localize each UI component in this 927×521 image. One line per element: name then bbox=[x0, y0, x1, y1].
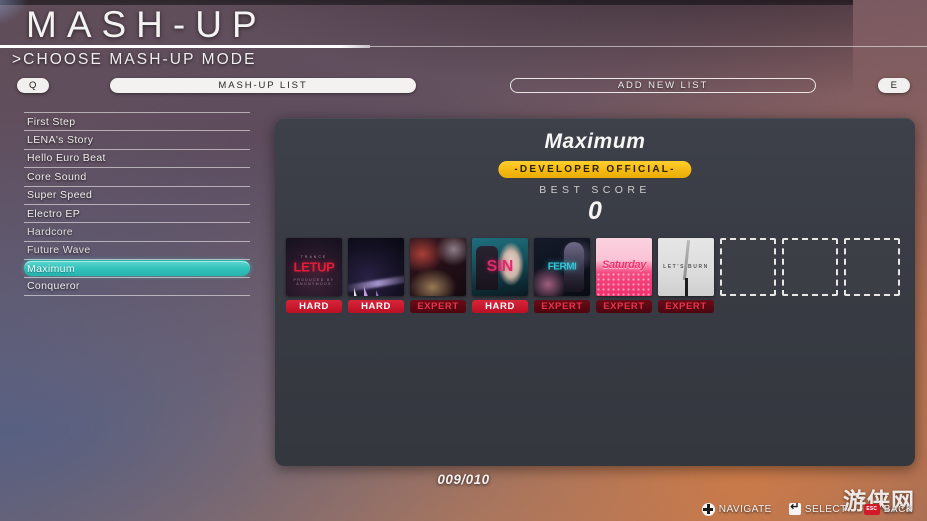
tab-mash-up-list[interactable]: MASH-UP LIST bbox=[110, 78, 416, 93]
album-art-title: SIN bbox=[486, 258, 514, 275]
best-score-label: BEST SCORE bbox=[539, 184, 651, 196]
list-item[interactable]: Electro EP bbox=[24, 203, 250, 222]
list-item-label: Electro EP bbox=[27, 207, 81, 220]
track-slot[interactable]: LET'S BURN EXPERT bbox=[658, 238, 714, 313]
list-item[interactable]: Super Speed bbox=[24, 185, 250, 204]
album-art-thumbnail[interactable] bbox=[410, 238, 466, 296]
key-hint-e[interactable]: E bbox=[878, 78, 910, 93]
album-art: FERMI bbox=[534, 238, 590, 296]
album-art-thumbnail[interactable]: FERMI bbox=[534, 238, 590, 296]
esc-key-icon: ESC bbox=[863, 503, 880, 515]
title-divider bbox=[0, 45, 370, 48]
track-slot[interactable]: night Saturday EXPERT bbox=[596, 238, 652, 313]
list-item[interactable]: Future Wave bbox=[24, 240, 250, 259]
album-art-title: LET'S BURN bbox=[663, 264, 709, 270]
best-score-value: 0 bbox=[588, 197, 602, 225]
hint-back: ESC BACK bbox=[863, 503, 913, 515]
album-art: SIN bbox=[472, 238, 528, 296]
track-slot[interactable]: HARD bbox=[348, 238, 404, 313]
enter-key-icon bbox=[788, 500, 801, 515]
album-art-title: FERMI bbox=[547, 261, 577, 273]
album-art bbox=[410, 238, 466, 296]
difficulty-badge: EXPERT bbox=[596, 300, 652, 313]
list-item[interactable]: Hardcore bbox=[24, 222, 250, 240]
empty-slot[interactable] bbox=[782, 238, 838, 296]
difficulty-badge: EXPERT bbox=[410, 300, 466, 313]
list-item[interactable]: Maximum bbox=[24, 259, 250, 277]
album-art bbox=[348, 238, 404, 296]
mash-up-list: First Step LENA's Story Hello Euro Beat Cor… bbox=[24, 112, 250, 296]
detail-panel: Maximum -DEVELOPER OFFICIAL- BEST SCORE … bbox=[275, 118, 915, 466]
list-item[interactable]: LENA's Story bbox=[24, 130, 250, 148]
album-art-subtext: TRANCE bbox=[300, 255, 328, 259]
album-art: night Saturday bbox=[596, 238, 652, 296]
empty-slot[interactable] bbox=[844, 238, 900, 296]
album-art-thumbnail[interactable] bbox=[348, 238, 404, 296]
list-item-label: Hardcore bbox=[27, 226, 73, 239]
track-slot-grid: TRANCE PRODUCED BY ANONYMOUS LETUP HARD HARD… bbox=[286, 238, 900, 313]
list-item[interactable]: Core Sound bbox=[24, 167, 250, 185]
developer-official-badge: -DEVELOPER OFFICIAL- bbox=[498, 161, 692, 178]
track-slot[interactable]: FERMI EXPERT bbox=[534, 238, 590, 313]
difficulty-badge: HARD bbox=[286, 300, 342, 313]
list-item[interactable]: Hello Euro Beat bbox=[24, 148, 250, 167]
empty-slot[interactable] bbox=[720, 238, 776, 296]
difficulty-badge: EXPERT bbox=[534, 300, 590, 313]
hint-back-label: BACK bbox=[883, 503, 913, 515]
track-slot[interactable] bbox=[782, 238, 838, 313]
list-item-label: Future Wave bbox=[27, 244, 91, 257]
album-art: LET'S BURN bbox=[658, 238, 714, 296]
list-item-label: LENA's Story bbox=[27, 134, 94, 147]
list-item-label: Core Sound bbox=[27, 170, 87, 183]
page-title: MASH-UP bbox=[26, 4, 267, 45]
hint-navigate-label: NAVIGATE bbox=[718, 503, 772, 515]
difficulty-badge: HARD bbox=[472, 300, 528, 313]
page-counter: 009/010 bbox=[437, 472, 490, 487]
hint-navigate: NAVIGATE bbox=[701, 502, 772, 516]
tab-add-new-list[interactable]: ADD NEW LIST bbox=[510, 78, 816, 93]
album-art-thumbnail[interactable]: night Saturday bbox=[596, 238, 652, 296]
track-slot[interactable]: EXPERT bbox=[410, 238, 466, 313]
track-slot[interactable] bbox=[844, 238, 900, 313]
list-item-label: First Step bbox=[27, 115, 76, 128]
album-art-subtext: night bbox=[617, 274, 631, 279]
album-art-thumbnail[interactable]: TRANCE PRODUCED BY ANONYMOUS LETUP bbox=[286, 238, 342, 296]
title-divider-thin bbox=[370, 46, 927, 47]
list-item-label: Hello Euro Beat bbox=[27, 152, 106, 165]
album-art-title: LETUP bbox=[293, 259, 335, 275]
list-item-label: Maximum bbox=[27, 262, 75, 275]
list-item-label: Super Speed bbox=[27, 189, 93, 202]
difficulty-badge: EXPERT bbox=[658, 300, 714, 313]
footer-hints: NAVIGATE SELECT ESC BACK bbox=[701, 500, 913, 517]
album-art: TRANCE PRODUCED BY ANONYMOUS LETUP bbox=[286, 238, 342, 296]
page-subtitle: >CHOOSE MASH-UP MODE bbox=[12, 51, 257, 68]
hint-select: SELECT bbox=[788, 500, 847, 515]
track-slot[interactable]: TRANCE PRODUCED BY ANONYMOUS LETUP HARD bbox=[286, 238, 342, 313]
song-title: Maximum bbox=[544, 130, 646, 153]
track-slot[interactable]: SIN HARD bbox=[472, 238, 528, 313]
album-art-title: Saturday bbox=[602, 258, 646, 271]
list-item[interactable]: First Step bbox=[24, 112, 250, 130]
difficulty-badge: HARD bbox=[348, 300, 404, 313]
key-hint-q[interactable]: Q bbox=[17, 78, 49, 93]
album-art-thumbnail[interactable]: SIN bbox=[472, 238, 528, 296]
album-art-thumbnail[interactable]: LET'S BURN bbox=[658, 238, 714, 296]
dpad-icon bbox=[701, 502, 715, 516]
hint-select-label: SELECT bbox=[804, 503, 847, 515]
list-item[interactable]: Conqueror bbox=[24, 277, 250, 296]
list-item-label: Conqueror bbox=[27, 280, 80, 293]
track-slot[interactable] bbox=[720, 238, 776, 313]
album-art-subtext-2: PRODUCED BY ANONYMOUS bbox=[293, 278, 335, 286]
